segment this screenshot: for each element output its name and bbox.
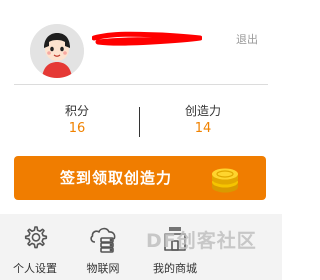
points-stat: 积分 16: [32, 103, 122, 138]
cloud-server-icon: [90, 227, 116, 253]
nav-item-personal-settings[interactable]: 个人设置: [0, 214, 70, 280]
creativity-stat: 创造力 14: [158, 103, 248, 138]
signin-claim-creativity-button[interactable]: 签到领取创造力: [14, 156, 266, 200]
avatar[interactable]: [30, 24, 84, 78]
coin-stack-icon: [212, 168, 238, 193]
user-profile-card: 退出 积分 16 创造力 14 签到领取创造力 个人设置 物联网 我的商城 DF…: [0, 0, 282, 280]
nav-label-my-store: 我的商城: [153, 262, 197, 275]
gear-icon: [24, 226, 48, 249]
logout-link[interactable]: 退出: [236, 31, 258, 47]
points-value: 16: [68, 121, 86, 136]
signin-button-label: 签到领取创造力: [60, 169, 173, 187]
creativity-label: 创造力: [184, 104, 221, 118]
stat-divider: [139, 107, 140, 137]
username-redaction-scribble: [92, 31, 202, 46]
bottom-nav: 个人设置 物联网 我的商城 DF创客社区: [0, 214, 282, 280]
points-label: 积分: [64, 104, 89, 118]
watermark-text: DF创客社区: [146, 230, 257, 252]
creativity-value: 14: [194, 121, 212, 136]
cartoon-avatar-icon: [30, 24, 84, 78]
header-divider: [14, 84, 268, 85]
dfrobot-watermark: DF创客社区: [124, 220, 280, 256]
nav-label-iot: 物联网: [86, 262, 120, 275]
nav-label-personal-settings: 个人设置: [13, 262, 57, 275]
